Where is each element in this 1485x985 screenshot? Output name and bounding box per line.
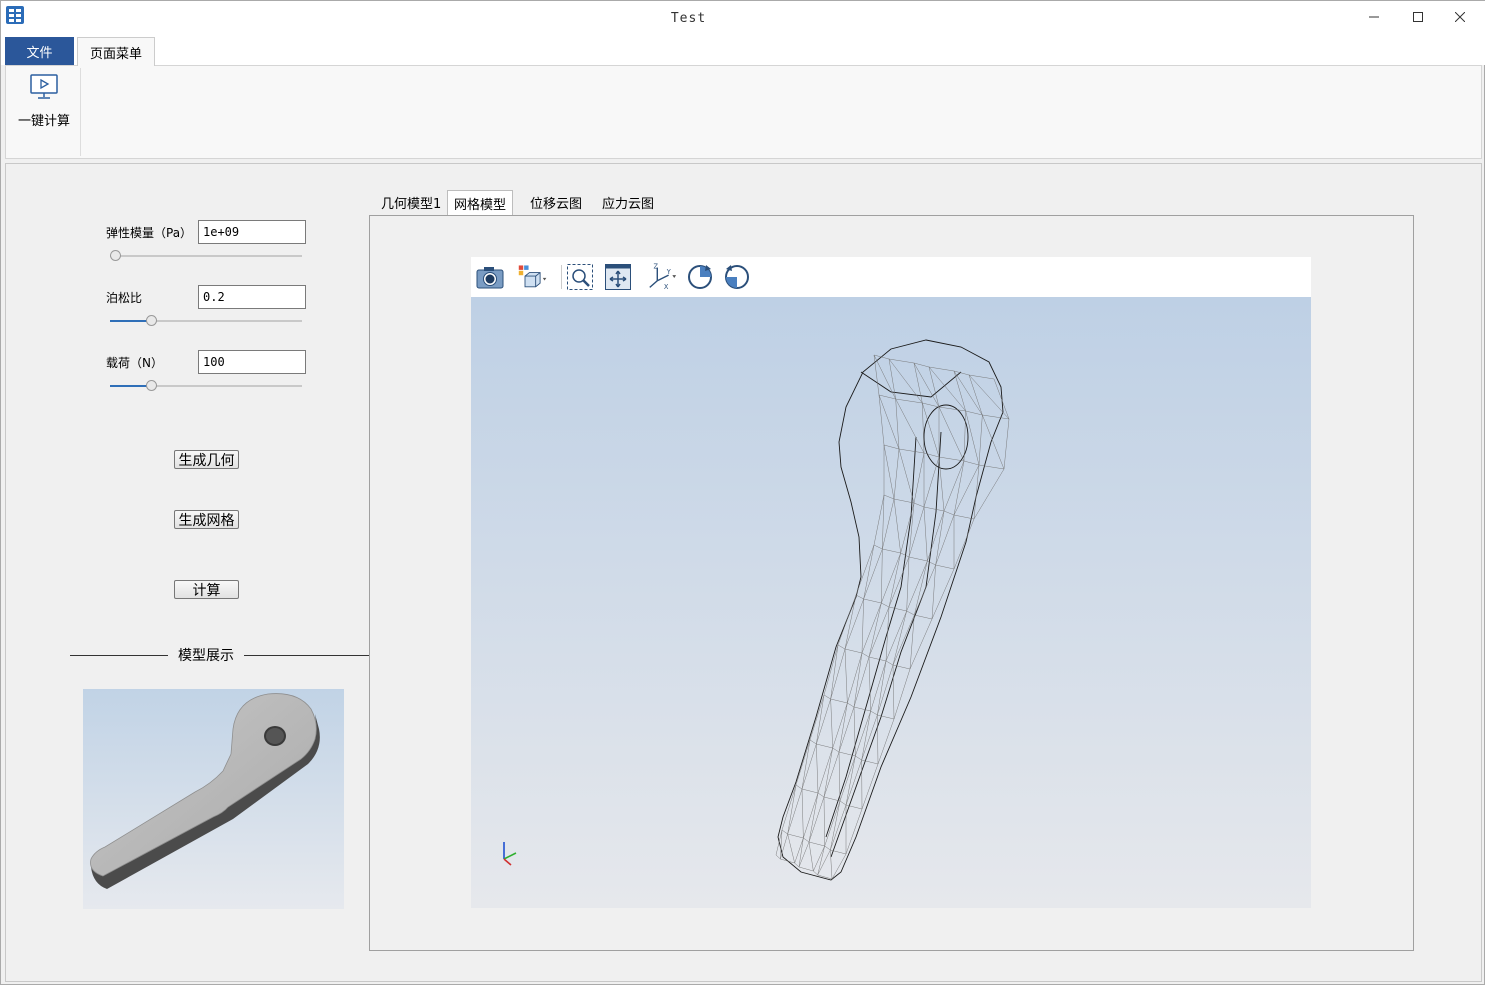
mesh-triangles [775,354,1010,880]
viewer-toolbar: Z Y X [471,257,1311,297]
screenshot-button[interactable] [474,261,506,293]
svg-text:Y: Y [666,268,672,276]
tab-page-menu[interactable]: 页面菜单 [77,37,155,66]
elastic-modulus-label: 弹性模量（Pa） [106,226,193,240]
3d-viewer: Z Y X [471,257,1311,908]
ribbon-divider [80,68,81,156]
tab-displacement-contour[interactable]: 位移云图 [524,191,588,214]
window-title: Test [670,11,707,26]
maximize-button[interactable] [1396,1,1440,33]
bracket-model-preview [90,693,320,889]
rotate-cw-icon [688,265,712,289]
mesh-viewport[interactable] [471,297,1311,908]
model-preview-image [83,689,344,909]
close-button[interactable] [1438,1,1482,33]
axis-triad-icon [503,842,517,866]
model-preview-title: 模型展示 [178,648,234,664]
poisson-ratio-field[interactable] [198,285,306,309]
tab-mesh-model[interactable]: 网格模型 [447,190,514,215]
rotate-clockwise-button[interactable] [684,261,716,293]
group-divider-left [70,655,168,656]
elastic-modulus-field[interactable] [198,220,306,244]
mesh-wireframe [503,339,1010,881]
svg-text:Z: Z [654,263,659,271]
app-window: Test 文件 页面菜单 一键计算 弹性模量（Pa） 1e+09 泊松比 0.2… [0,0,1485,985]
ribbon-panel: 一键计算 [5,65,1482,159]
title-bar: Test [1,1,1485,35]
mesh-model-pane: Z Y X [369,215,1414,951]
view-cube-dropdown-icon [518,265,547,288]
ribbon-tab-bar: 文件 页面菜单 [1,35,1485,66]
svg-text:X: X [664,283,669,291]
slider-thumb[interactable] [146,315,158,326]
poisson-ratio-label: 泊松比 [106,291,143,305]
monitor-play-icon [30,74,58,99]
tab-file[interactable]: 文件 [5,37,74,65]
generate-geometry-button[interactable]: 生成几何 [174,450,239,469]
view-orientation-dropdown[interactable] [517,261,549,293]
one-click-compute-button[interactable]: 一键计算 [12,74,76,144]
toolbar-separator [561,265,562,289]
compute-button[interactable]: 计算 [174,580,239,599]
zoom-window-icon [567,264,593,290]
maximize-icon [1413,12,1423,22]
fit-all-button[interactable] [602,261,634,293]
tab-stress-contour[interactable]: 应力云图 [596,191,660,214]
tab-geometry-model[interactable]: 几何模型1 [375,191,447,214]
camera-icon [476,267,504,289]
zoom-window-button[interactable] [564,261,596,293]
elastic-modulus-slider[interactable] [110,250,302,262]
slider-thumb[interactable] [110,250,121,261]
slider-thumb[interactable] [146,380,158,391]
minimize-button[interactable] [1352,1,1396,33]
rotate-ccw-icon [725,265,749,289]
load-field[interactable] [198,350,306,374]
axes-dropdown-icon: Z Y X [649,263,677,291]
close-icon [1455,12,1465,22]
load-label: 载荷（N） [106,356,163,370]
fit-all-icon [605,264,631,290]
one-click-compute-label: 一键计算 [17,114,70,129]
minimize-icon [1369,16,1379,18]
poisson-ratio-slider[interactable] [110,315,302,327]
generate-mesh-button[interactable]: 生成网格 [174,510,239,529]
rotate-counterclockwise-button[interactable] [721,261,753,293]
load-slider[interactable] [110,380,302,392]
main-panel: 弹性模量（Pa） 泊松比 载荷（N） 生成几何 生成网格 计算 模型展示 [5,163,1482,982]
group-divider-right [244,655,370,656]
axes-dropdown[interactable]: Z Y X [646,261,678,293]
